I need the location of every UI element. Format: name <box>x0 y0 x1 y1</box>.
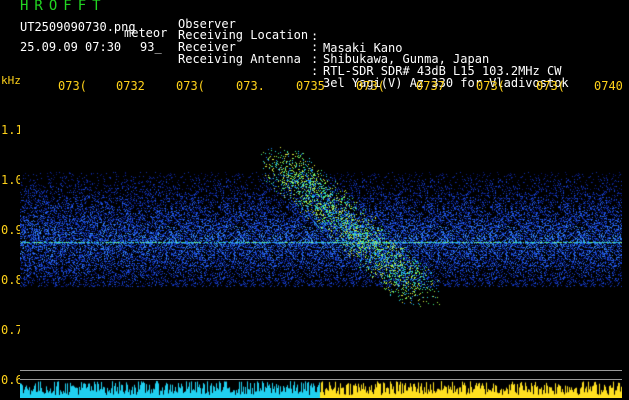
file-name: UT2509090730.png <box>20 20 136 34</box>
detection-count: 93_ <box>140 40 162 54</box>
detection-type: meteor <box>124 26 168 40</box>
date-time: 25.09.09 07:30 <box>20 40 122 54</box>
time-tick-label: 0732 <box>116 79 145 93</box>
station-info: Observer : Masaki Kano Receiving Locatio… <box>178 6 618 89</box>
time-tick-label: 073( <box>476 79 505 93</box>
reference-line <box>20 379 622 380</box>
time-tick-label: 0740 <box>594 79 623 93</box>
spectrogram-display <box>20 92 622 398</box>
time-tick-label: 0735 <box>296 79 325 93</box>
meta-row-location: Receiving Location : Shibukawa, Gunma, J… <box>178 17 618 65</box>
time-tick-label: 073( <box>356 79 385 93</box>
header-left: HROFFT UT2509090730.png meteor 25.09.09 … <box>0 0 170 60</box>
meta-row-antenna: Receiving Antenna : 3el Yagi(V) Az 330 f… <box>178 41 618 89</box>
time-axis: 073( 0732 073( 073. 0735 073( 0737 073( … <box>0 74 629 94</box>
time-tick-label: 073( <box>536 79 565 93</box>
time-tick-label: 073. <box>236 79 265 93</box>
meta-row-receiver: Receiver : RTL-SDR SDR# 43dB L15 103.2MH… <box>178 29 618 77</box>
time-tick-label: 073( <box>58 79 87 93</box>
frequency-axis: 1.1 1.0 0.9 0.8 0.7 0.6 <box>0 74 23 400</box>
time-tick-label: 073( <box>176 79 205 93</box>
time-tick-label: 0737 <box>416 79 445 93</box>
meta-label: Receiving Antenna <box>178 52 301 66</box>
app-title: HROFFT <box>20 0 107 14</box>
reference-line <box>20 370 622 371</box>
